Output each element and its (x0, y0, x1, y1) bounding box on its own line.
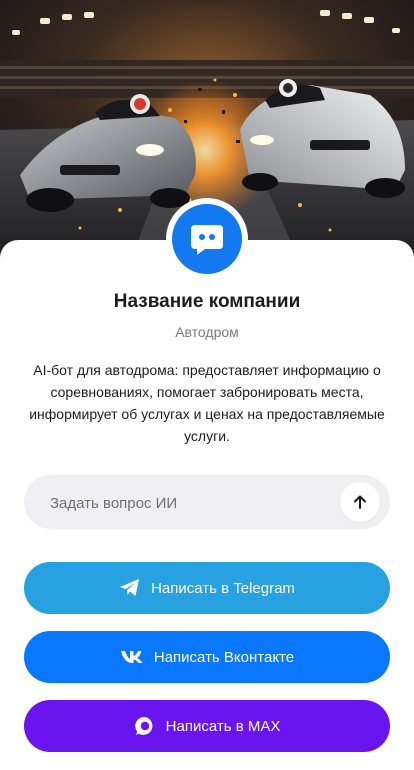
company-description: AI-бот для автодрома: предоставляет инфо… (29, 362, 385, 444)
max-button[interactable]: Написать в MAX (24, 700, 390, 752)
ask-ai-input[interactable] (48, 475, 342, 531)
company-name: Название компании (113, 291, 301, 312)
company-type: Автодром (175, 324, 239, 340)
vk-icon (120, 650, 144, 664)
telegram-icon (119, 578, 141, 598)
arrow-up-icon (354, 495, 366, 509)
max-icon (134, 715, 156, 737)
bot-avatar-icon (172, 204, 242, 274)
avatar (166, 198, 248, 280)
telegram-button-label: Написать в Telegram (151, 579, 295, 597)
vk-button[interactable]: Написать Вконтакте (24, 631, 390, 683)
send-button[interactable] (340, 482, 380, 522)
vk-button-label: Написать Вконтакте (153, 648, 295, 666)
max-button-label: Написать в MAX (165, 717, 281, 735)
telegram-button[interactable]: Написать в Telegram (24, 562, 390, 614)
ask-ai-field (24, 475, 390, 531)
